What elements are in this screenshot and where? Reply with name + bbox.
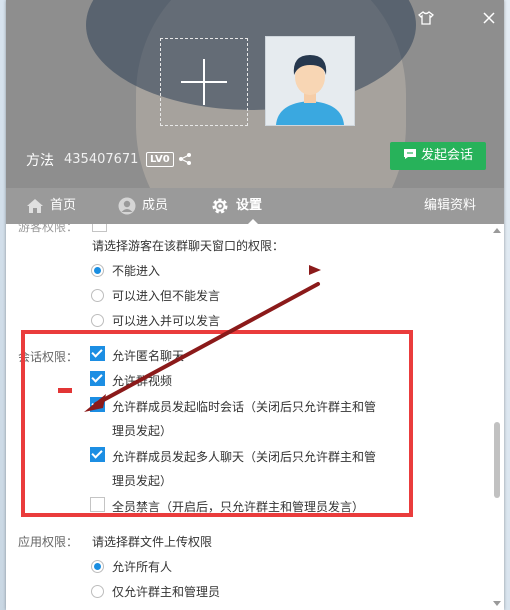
tab-bar: 首页 成员 设置 编辑资料 (6, 188, 504, 224)
close-icon[interactable] (482, 10, 496, 29)
radio-guest-enter-speak-label: 可以进入并可以发言 (112, 314, 221, 328)
group-avatar[interactable] (265, 36, 355, 126)
radio-guest-enter-no-speak[interactable] (91, 289, 104, 302)
radio-guest-no-entry[interactable] (91, 264, 104, 277)
group-settings-window: 方法 435407671 LV0 发起会话 首页 成员 设置 编辑资料 游客权限… (6, 0, 504, 610)
session-permission-label: 会话权限： (18, 350, 79, 364)
plus-icon-vertical (203, 59, 205, 105)
edit-profile-link[interactable]: 编辑资料 (424, 188, 476, 224)
radio-upload-everyone[interactable] (91, 560, 104, 573)
upload-group-avatar-button[interactable] (160, 38, 248, 126)
tab-home[interactable]: 首页 (26, 188, 76, 224)
tab-home-label: 首页 (50, 198, 77, 213)
checkbox-multi-chat[interactable] (90, 447, 105, 462)
scroll-thumb[interactable] (494, 422, 500, 498)
checkbox-temp-session-label: 允许群成员发起临时会话（关闭后只允许群主和管 (112, 400, 377, 414)
guest-permission-prompt: 请选择游客在该群聊天窗口的权限： (92, 239, 285, 253)
tab-settings[interactable]: 设置 (210, 188, 262, 224)
group-name: 方法 (26, 153, 54, 169)
tab-members[interactable]: 成员 (118, 188, 168, 224)
radio-upload-everyone-label: 允许所有人 (112, 560, 173, 574)
checkbox-anonymous-chat[interactable] (90, 346, 105, 361)
settings-content: 游客权限： 请选择游客在该群聊天窗口的权限： 不能进入 可以进入但不能发言 可以… (6, 224, 492, 610)
gear-icon (212, 198, 228, 213)
radio-guest-no-entry-label: 不能进入 (112, 264, 161, 278)
start-chat-button[interactable]: 发起会话 (390, 142, 486, 170)
guest-permission-checkbox-cutoff[interactable] (92, 224, 107, 232)
guest-permission-label-cutoff: 游客权限： (18, 224, 79, 234)
shirt-icon[interactable] (418, 10, 434, 29)
checkbox-mute-all[interactable] (90, 497, 105, 512)
checkbox-mute-all-label: 全员禁言（开启后，只允许群主和管理员发言） (112, 500, 365, 514)
checkbox-group-video[interactable] (90, 371, 105, 386)
group-header-banner: 方法 435407671 LV0 发起会话 (6, 0, 504, 188)
scroll-up-arrow-icon[interactable] (493, 228, 501, 233)
start-chat-label: 发起会话 (420, 148, 473, 163)
chat-bubble-icon (403, 149, 416, 159)
radio-upload-admins-label: 仅允许群主和管理员 (112, 585, 221, 599)
group-level-badge: LV0 (146, 152, 174, 167)
home-icon (27, 198, 43, 213)
radio-guest-enter-speak[interactable] (91, 314, 104, 327)
scroll-down-arrow-icon[interactable] (493, 601, 501, 606)
file-upload-prompt: 请选择群文件上传权限 (92, 535, 213, 549)
tab-members-label: 成员 (142, 198, 169, 213)
group-id: 435407671 (64, 152, 139, 167)
vertical-scrollbar[interactable] (492, 226, 502, 610)
checkbox-multi-chat-label: 允许群成员发起多人聊天（关闭后只允许群主和管 (112, 450, 377, 464)
checkbox-temp-session[interactable] (90, 397, 105, 412)
checkbox-anonymous-chat-label: 允许匿名聊天 (112, 349, 185, 363)
tab-settings-label: 设置 (236, 198, 263, 213)
share-icon[interactable] (178, 151, 192, 170)
avatar-person-icon (266, 37, 354, 125)
checkbox-multi-chat-label-cont: 理员发起） (112, 474, 173, 488)
app-permission-label: 应用权限： (18, 535, 79, 549)
user-icon (118, 197, 136, 214)
checkbox-group-video-label: 允许群视频 (112, 374, 173, 388)
annotation-dash-mark (58, 388, 72, 393)
checkbox-temp-session-label-cont: 理员发起） (112, 424, 173, 438)
radio-upload-admins[interactable] (91, 585, 104, 598)
radio-guest-enter-no-speak-label: 可以进入但不能发言 (112, 289, 221, 303)
